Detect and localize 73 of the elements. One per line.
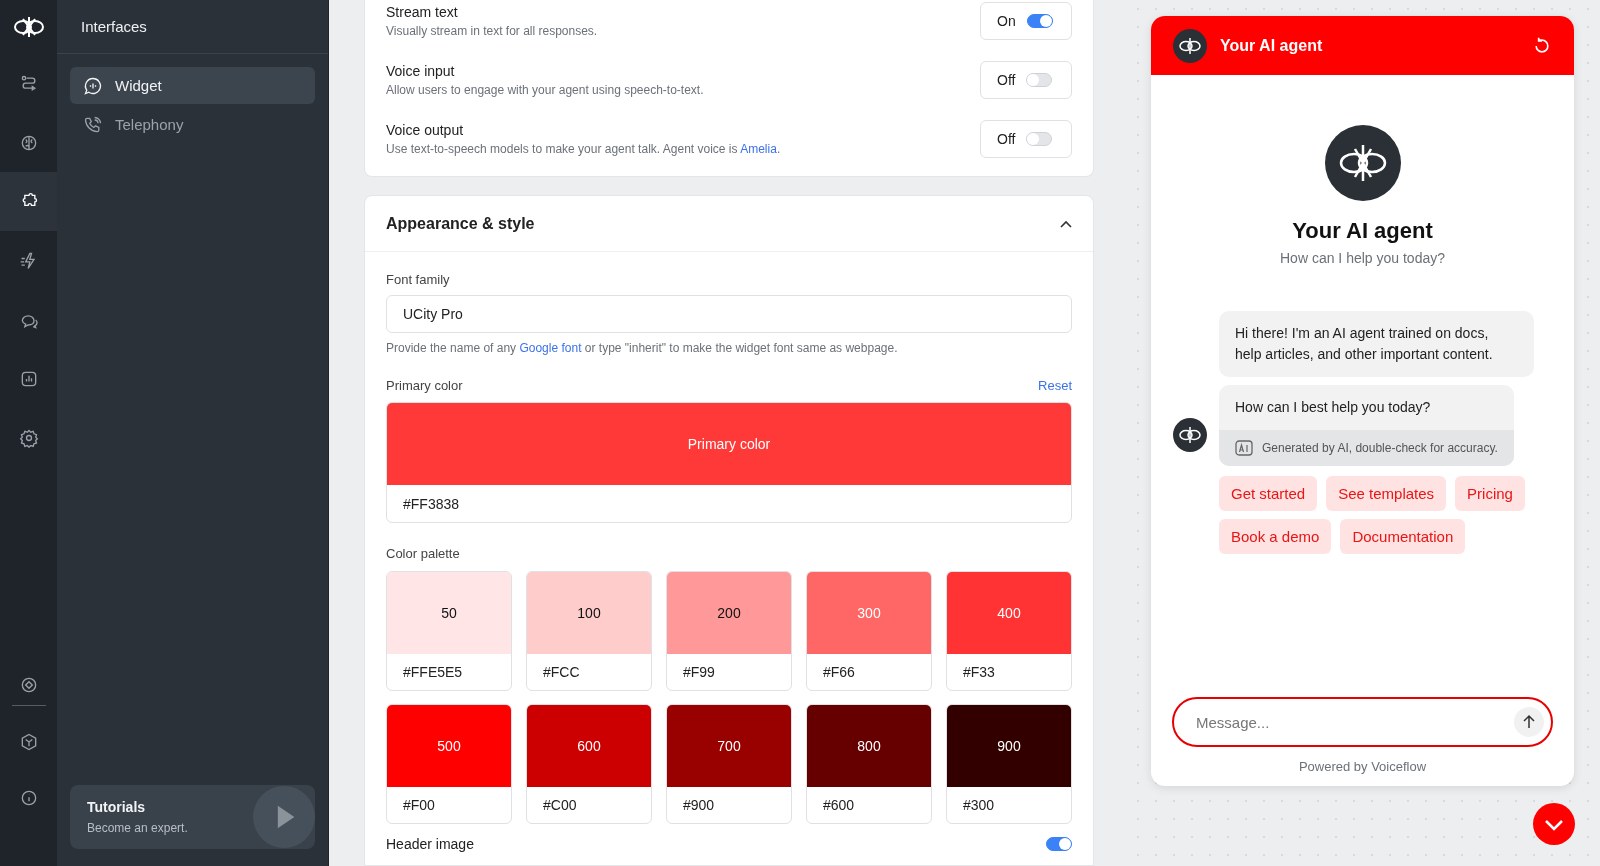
google-font-link[interactable]: Google font <box>519 341 582 355</box>
setting-description: Visually stream in text for all responses. <box>386 24 598 38</box>
ai-disclaimer: Generated by AI, double-check for accuracy. <box>1262 441 1498 455</box>
field-hint: Provide the name of any Google font or type "inherit" to make the widget font same as webpage. <box>386 341 899 355</box>
setting-title: Voice input <box>386 63 456 79</box>
setting-title: Voice output <box>386 122 465 138</box>
quick-reply-button[interactable]: Pricing <box>1455 476 1525 511</box>
color-swatch[interactable]: 400 <box>947 572 1071 654</box>
reset-link[interactable]: Reset <box>1038 378 1072 393</box>
toggle-control[interactable]: Off <box>980 120 1072 158</box>
agent-avatar-icon <box>1173 418 1207 452</box>
quick-reply-button[interactable]: Book a demo <box>1219 519 1332 554</box>
swatch-hex: #FFE5E5 <box>402 663 464 682</box>
chevron-icon[interactable] <box>1060 219 1072 228</box>
quick-reply-button[interactable]: See templates <box>1326 476 1447 511</box>
section-title: Appearance & style <box>386 214 535 233</box>
settings-icon[interactable] <box>18 427 39 448</box>
phone-icon <box>83 114 103 135</box>
field-label: Primary color <box>386 378 463 393</box>
chat-header-title: Your AI agent <box>1220 36 1324 55</box>
agent-avatar-icon <box>1324 125 1401 201</box>
tutorial-subtitle: Become an expert. <box>87 821 188 835</box>
sidebar-item[interactable]: Widget <box>70 67 315 104</box>
color-swatch[interactable]: 900 <box>947 705 1071 787</box>
swatch-hex: #F66 <box>822 663 856 682</box>
toggle-control[interactable]: On <box>980 2 1072 40</box>
font-field[interactable]: UCity Pro <box>386 295 1072 333</box>
swatch-hex: #F99 <box>682 663 716 682</box>
agent-title: Your AI agent <box>1292 218 1433 244</box>
header-image-switch[interactable] <box>1046 837 1072 851</box>
color-swatch[interactable]: 700 <box>667 705 791 787</box>
panel-title: Interfaces <box>81 18 147 35</box>
color-swatch[interactable]: 100 <box>527 572 651 654</box>
color-swatch[interactable]: 500 <box>387 705 511 787</box>
voice-link[interactable]: Amelia <box>740 142 777 156</box>
swatch-hex: #300 <box>962 796 996 815</box>
quick-reply-button[interactable]: Documentation <box>1340 519 1466 554</box>
field-label: Header image <box>386 836 474 852</box>
chevron-down-button[interactable] <box>1533 803 1575 845</box>
setting-description: Allow users to engage with your agent using speech-to-text. <box>386 83 704 97</box>
color-swatch[interactable]: 50 <box>387 572 511 654</box>
field-label: Color palette <box>386 546 461 561</box>
message-field[interactable]: Message... <box>1172 697 1553 747</box>
sidebar-item[interactable]: Telephony <box>70 106 315 143</box>
swatch-hex: #C00 <box>542 796 578 815</box>
swatch-hex: #900 <box>682 796 716 815</box>
agent-avatar-icon <box>1173 28 1207 63</box>
tutorial-title: Tutorials <box>87 799 147 815</box>
swatch-hex: #FCC <box>542 663 581 682</box>
message-bubble: How can I best help you today? Generated by AI, double-check for accuracy. <box>1219 385 1514 466</box>
color-swatch[interactable]: 600 <box>527 705 651 787</box>
swatch-hex: #600 <box>822 796 856 815</box>
tutorial-card[interactable]: Tutorials Become an expert. <box>70 785 315 849</box>
refresh-icon[interactable] <box>1532 35 1552 56</box>
powered-by-text: Powered by Voiceflow <box>1298 759 1427 774</box>
logo-icon[interactable] <box>12 15 45 39</box>
quick-reply-button[interactable]: Get started <box>1219 476 1318 511</box>
field-label: Font family <box>386 272 451 287</box>
color-swatch[interactable]: 800 <box>807 705 931 787</box>
color-hex-field[interactable]: #FF3838 <box>387 485 1071 522</box>
message-bubble: Hi there! I'm an AI agent trained on docs, help articles, and other important content. <box>1219 311 1534 377</box>
swatch-hex: #F00 <box>402 796 436 815</box>
toggle-control[interactable]: Off <box>980 61 1072 99</box>
ai-badge-icon <box>1235 440 1253 456</box>
setting-description: Use text-to-speech models to make your agent talk. Agent voice is Amelia. <box>386 142 781 156</box>
agent-subtitle: How can I help you today? <box>1280 250 1445 266</box>
send-icon[interactable] <box>1514 707 1544 737</box>
setting-title: Stream text <box>386 4 459 20</box>
color-preview[interactable]: Primary color <box>387 403 1071 485</box>
swatch-hex: #F33 <box>962 663 996 682</box>
play-icon[interactable] <box>253 786 315 848</box>
color-swatch[interactable]: 200 <box>667 572 791 654</box>
chat-bubble-icon <box>83 75 103 96</box>
